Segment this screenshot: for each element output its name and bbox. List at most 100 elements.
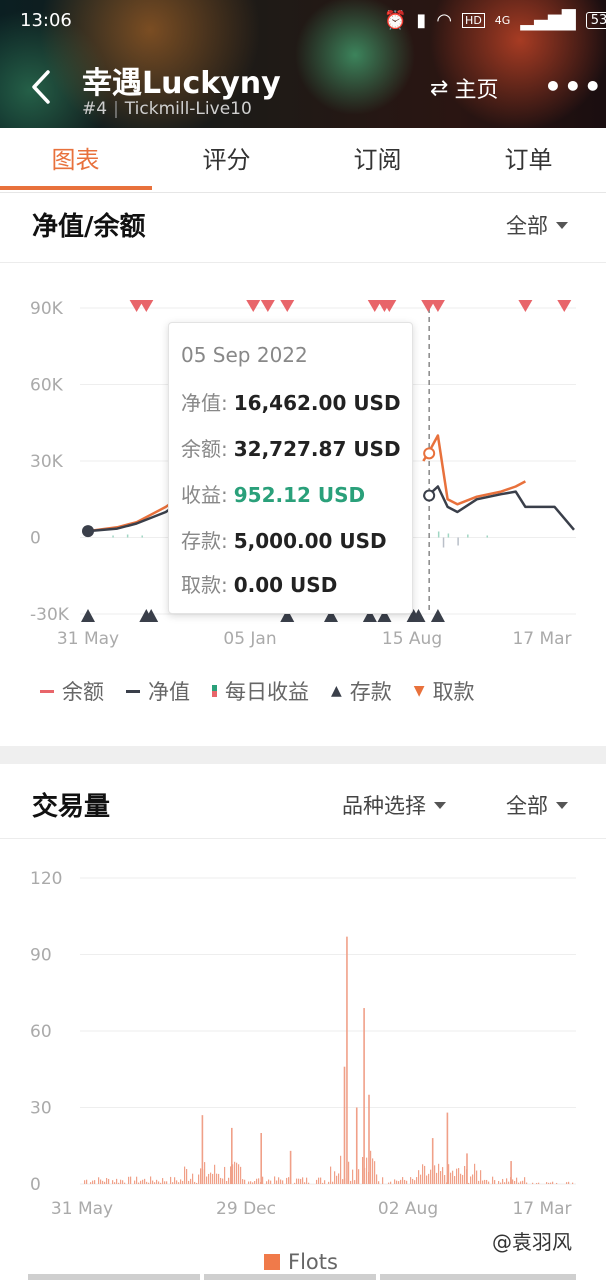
volume-bar — [330, 1166, 332, 1184]
volume-bar — [164, 1181, 166, 1184]
volume-bar — [300, 1178, 302, 1184]
volume-bar — [218, 1173, 220, 1184]
volume-bar — [280, 1179, 282, 1184]
volume-bar — [86, 1179, 88, 1184]
volume-bar — [400, 1179, 402, 1184]
volume-bar — [500, 1182, 502, 1184]
tab-orders[interactable]: 订单 — [453, 128, 604, 192]
volume-bar — [100, 1179, 102, 1184]
deposit-marker — [81, 609, 95, 622]
daily-profit-bar — [437, 531, 440, 538]
volume-bar — [418, 1170, 420, 1184]
withdraw-marker — [260, 300, 275, 312]
crosshair-balance-point — [423, 447, 436, 460]
equity-range-dropdown[interactable]: 全部 — [506, 210, 568, 240]
volume-bar — [498, 1181, 500, 1184]
volume-bar — [166, 1181, 168, 1184]
vibrate-icon: ▮ — [416, 10, 427, 31]
legend-withdraw[interactable]: ▼ 取款 — [414, 676, 475, 706]
volume-bar — [346, 936, 348, 1184]
x-tick-label: 05 Jan — [223, 629, 276, 649]
volume-bar — [342, 1179, 344, 1184]
volume-bar — [492, 1176, 494, 1184]
x-tick-label: 17 Mar — [512, 1199, 571, 1219]
volume-range-label: 全部 — [506, 794, 548, 818]
volume-bar — [468, 1182, 470, 1184]
volume-legend[interactable]: Flots — [264, 1250, 338, 1274]
volume-bar — [368, 1094, 370, 1184]
daily-profit-bar — [486, 535, 489, 538]
daily-profit-bar — [112, 535, 114, 538]
volume-bar — [308, 1182, 310, 1184]
tab-subscribe[interactable]: 订阅 — [302, 128, 453, 192]
volume-bar — [484, 1179, 486, 1184]
daily-profit-bar — [141, 535, 143, 538]
tab-rating[interactable]: 评分 — [151, 128, 302, 192]
volume-bar — [94, 1180, 96, 1184]
volume-bar — [240, 1166, 242, 1184]
volume-bar — [304, 1182, 306, 1184]
volume-bar — [430, 1169, 432, 1184]
volume-bar — [343, 1066, 346, 1184]
volume-range-dropdown[interactable]: 全部 — [506, 790, 568, 820]
back-button[interactable] — [24, 62, 60, 112]
volume-bar — [372, 1158, 374, 1184]
legend-equity[interactable]: 净值 — [126, 676, 190, 706]
divider — [0, 838, 606, 839]
volume-bar — [546, 1182, 548, 1184]
volume-bar — [322, 1182, 324, 1184]
volume-bar — [472, 1174, 474, 1184]
volume-bar — [526, 1182, 528, 1184]
volume-bar — [416, 1177, 418, 1184]
volume-bar — [196, 1182, 198, 1184]
tab-chart[interactable]: 图表 — [0, 128, 151, 192]
legend-daily-profit[interactable]: 每日收益 — [212, 676, 309, 706]
volume-bar — [348, 1161, 350, 1184]
symbol-dropdown[interactable]: 品种选择 — [342, 790, 446, 820]
home-button[interactable]: ⇄ 主页 — [430, 72, 498, 104]
volume-bar — [316, 1179, 318, 1184]
volume-bar — [224, 1166, 226, 1184]
volume-bar — [286, 1177, 288, 1184]
volume-bar — [406, 1180, 408, 1184]
watermark: @袁羽风 — [492, 1230, 572, 1254]
volume-bar — [398, 1181, 400, 1184]
volume-bar — [192, 1173, 194, 1184]
legend-deposit[interactable]: ▲ 存款 — [331, 676, 392, 706]
swap-icon: ⇄ — [430, 75, 449, 101]
volume-bar — [518, 1182, 520, 1184]
volume-section-title: 交易量 — [32, 792, 111, 822]
volume-bar — [502, 1178, 504, 1184]
volume-bar — [138, 1182, 140, 1184]
y-tick-label: 90 — [30, 946, 52, 966]
legend-balance[interactable]: 余额 — [40, 676, 104, 706]
volume-bar — [118, 1182, 120, 1184]
volume-bar — [256, 1178, 258, 1184]
deposit-marker — [430, 609, 445, 622]
volume-bar — [302, 1177, 304, 1184]
y-tick-label: -30K — [30, 605, 70, 625]
withdraw-marker — [280, 300, 295, 312]
more-button[interactable]: ••• — [544, 70, 604, 103]
volume-bar — [298, 1178, 300, 1184]
y-tick-label: 90K — [30, 299, 64, 319]
volume-bar — [220, 1177, 222, 1184]
volume-bar — [238, 1164, 240, 1184]
volume-bar — [201, 1115, 204, 1184]
volume-bar — [550, 1182, 552, 1184]
volume-bar — [378, 1181, 380, 1184]
rank-label: #4 — [82, 99, 108, 119]
volume-bar — [231, 1127, 233, 1184]
volume-bar — [324, 1180, 326, 1184]
withdraw-marker — [557, 300, 572, 312]
volume-bar — [362, 1157, 364, 1184]
volume-bar — [522, 1180, 524, 1184]
volume-bar — [106, 1178, 108, 1184]
volume-bar — [212, 1173, 214, 1184]
x-tick-label: 31 May — [51, 1199, 113, 1219]
volume-bar — [266, 1181, 268, 1184]
volume-bar — [404, 1179, 406, 1184]
status-time: 13:06 — [20, 10, 72, 31]
profit-swatch — [212, 685, 217, 697]
volume-chart[interactable]: 120 90 60 30 0 31 May 29 Dec 02 Aug 17 Mar — [0, 860, 606, 1230]
